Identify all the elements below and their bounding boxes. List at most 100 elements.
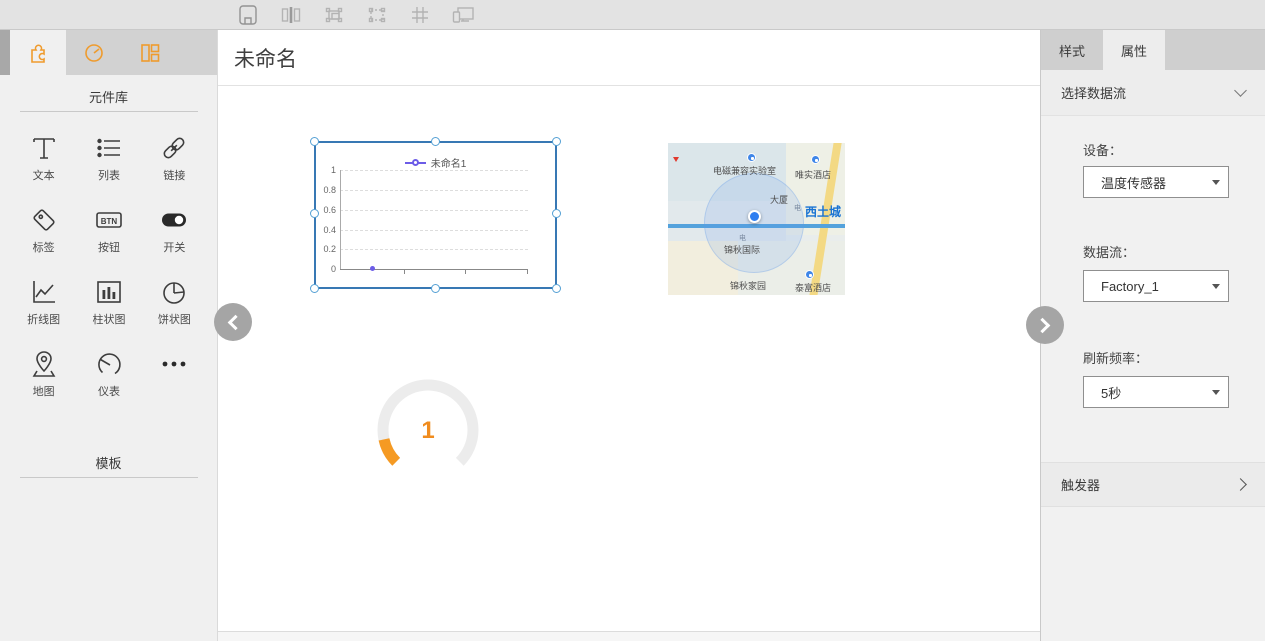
group-icon[interactable] (321, 2, 347, 28)
map-label: 锦秋国际 (724, 243, 760, 256)
collapse-sidebar-button[interactable] (214, 303, 252, 341)
device-preview-icon[interactable] (450, 2, 476, 28)
save-icon[interactable] (235, 2, 261, 28)
map-label: 电磁兼容实验室 (713, 164, 776, 177)
component-button[interactable]: BTN 按钮 (76, 198, 141, 270)
map-poi-icon (747, 153, 756, 162)
map-label: 唯实酒店 (795, 168, 831, 181)
refresh-rate-select[interactable]: 5秒 (1083, 376, 1229, 408)
bar-chart-icon (93, 276, 125, 308)
component-label: 折线图 (27, 311, 60, 327)
component-sidebar: 元件库 文本 列表 链接 标签 BTN 按钮 (0, 30, 218, 641)
sidebar-tab-components[interactable] (10, 30, 66, 75)
map-accuracy-circle (704, 173, 804, 273)
map-widget[interactable]: 电 电 1 电磁兼容实验室 唯实酒店 大厦 西土城 锦秋国际 锦秋家园 泰富酒店 (668, 143, 845, 295)
resize-handle-s[interactable] (431, 284, 440, 293)
sidebar-tab-bar (0, 30, 217, 75)
component-label: 文本 (33, 167, 55, 183)
map-poi-icon (805, 270, 814, 279)
tag-icon (28, 204, 60, 236)
resize-handle-sw[interactable] (310, 284, 319, 293)
sidebar-tab-layout[interactable] (122, 30, 178, 75)
gridline (340, 210, 528, 211)
gauge-widget[interactable]: 1 (368, 370, 488, 490)
gridline (340, 170, 528, 171)
chevron-right-icon (1234, 478, 1247, 491)
component-link[interactable]: 链接 (142, 126, 207, 198)
x-axis-tick (527, 270, 528, 274)
component-gauge[interactable]: 仪表 (76, 342, 141, 414)
datastream-select[interactable]: Factory_1 (1083, 270, 1229, 302)
trigger-section-row[interactable]: 触发器 (1041, 462, 1265, 507)
svg-text:BTN: BTN (101, 217, 118, 226)
grid-icon[interactable] (407, 2, 433, 28)
map-label: 锦秋家园 (730, 279, 766, 292)
chevron-down-icon (1234, 84, 1247, 97)
tab-properties[interactable]: 属性 (1103, 30, 1165, 70)
component-line-chart[interactable]: 折线图 (11, 270, 76, 342)
y-axis (340, 170, 341, 269)
properties-panel: 样式 属性 选择数据流 设备： 温度传感器 数据流： Factory_1 刷新频… (1040, 30, 1265, 641)
refresh-rate-label: 刷新频率： (1083, 348, 1148, 367)
dashboard-designer-app: 元件库 文本 列表 链接 标签 BTN 按钮 (0, 0, 1265, 641)
distribute-icon[interactable] (278, 2, 304, 28)
component-label: 按钮 (98, 239, 120, 255)
x-axis-tick (404, 270, 405, 274)
gridline (340, 230, 528, 231)
component-more[interactable] (142, 342, 207, 414)
component-switch[interactable]: 开关 (142, 198, 207, 270)
ungroup-icon[interactable] (364, 2, 390, 28)
library-section-title: 元件库 (0, 87, 217, 106)
device-label: 设备： (1083, 140, 1122, 159)
component-label: 柱状图 (92, 311, 125, 327)
component-tag[interactable]: 标签 (11, 198, 76, 270)
section-title: 选择数据流 (1061, 83, 1126, 102)
sidebar-tab-gauges[interactable] (66, 30, 122, 75)
component-bar-chart[interactable]: 柱状图 (76, 270, 141, 342)
component-map[interactable]: 地图 (11, 342, 76, 414)
map-label: 泰富酒店 (795, 281, 831, 294)
chart-legend: 未命名1 (316, 155, 555, 170)
datastream-select-value: Factory_1 (1101, 279, 1159, 294)
resize-handle-nw[interactable] (310, 137, 319, 146)
gauge-value: 1 (368, 417, 488, 445)
resize-handle-n[interactable] (431, 137, 440, 146)
y-axis-tick: 0.4 (316, 225, 336, 235)
canvas-bottom-strip (218, 632, 1040, 641)
switch-icon (158, 204, 190, 236)
panel-tab-bar: 样式 属性 (1041, 30, 1265, 70)
component-label: 仪表 (98, 383, 120, 399)
device-select[interactable]: 温度传感器 (1083, 166, 1229, 198)
dropdown-arrow-icon (1212, 180, 1220, 185)
templates-section-title: 模板 (0, 453, 217, 472)
resize-handle-e[interactable] (552, 209, 561, 218)
legend-series-name: 未命名1 (431, 155, 467, 170)
dropdown-arrow-icon (1212, 284, 1220, 289)
line-chart-widget[interactable]: 未命名1 1 0.8 0.6 0.4 0.2 0 (314, 141, 557, 289)
gauge-dial-icon (93, 348, 125, 380)
resize-handle-w[interactable] (310, 209, 319, 218)
datastream-label: 数据流： (1083, 242, 1135, 261)
component-list[interactable]: 列表 (76, 126, 141, 198)
project-title[interactable]: 未命名 (234, 43, 297, 73)
collapse-panel-button[interactable] (1026, 306, 1064, 344)
tab-style[interactable]: 样式 (1041, 30, 1103, 70)
resize-handle-se[interactable] (552, 284, 561, 293)
layout-icon (138, 41, 162, 65)
list-icon (93, 132, 125, 164)
link-icon (158, 132, 190, 164)
component-text[interactable]: 文本 (11, 126, 76, 198)
legend-line-mark (418, 162, 426, 164)
templates-divider (20, 477, 198, 478)
map-road-label: 西土城 (805, 203, 841, 220)
resize-handle-ne[interactable] (552, 137, 561, 146)
map-poi-glyph: 电 (794, 203, 801, 213)
trigger-label: 触发器 (1061, 475, 1100, 494)
gridline (340, 249, 528, 250)
design-canvas[interactable]: 未命名 未命名1 1 0.8 0.6 (218, 30, 1040, 641)
component-pie-chart[interactable]: 饼状图 (142, 270, 207, 342)
datastream-section-header[interactable]: 选择数据流 (1041, 70, 1265, 116)
map-icon (28, 348, 60, 380)
pie-chart-icon (158, 276, 190, 308)
dropdown-arrow-icon (1212, 390, 1220, 395)
